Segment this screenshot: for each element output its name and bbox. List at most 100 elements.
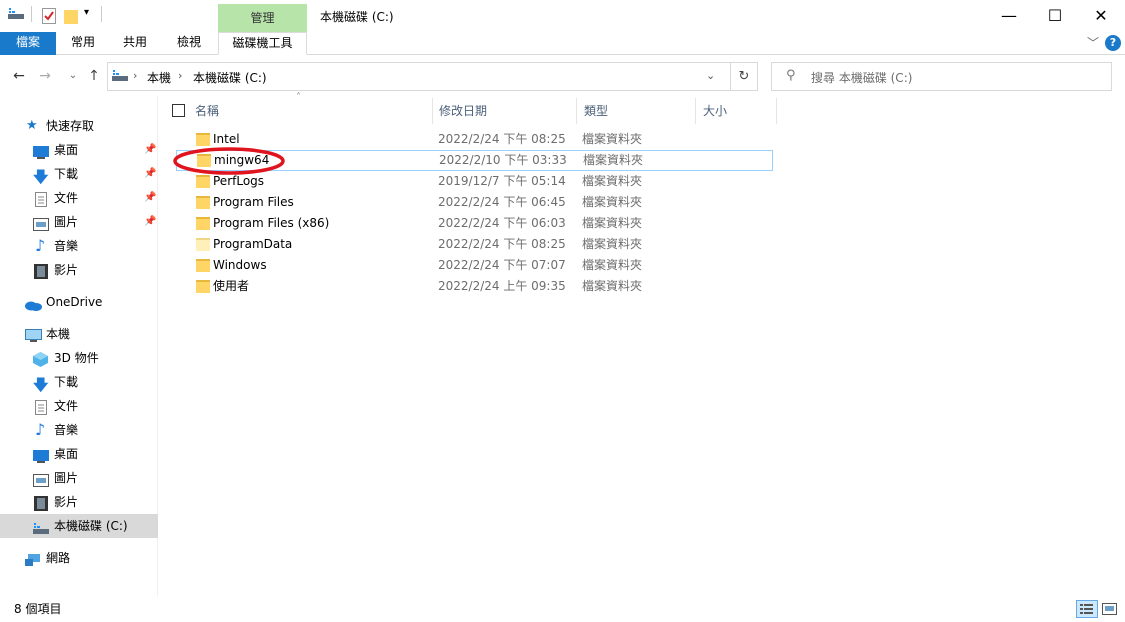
address-bar[interactable]: › 本機 › 本機磁碟 (C:) ⌄ (107, 62, 758, 91)
column-divider[interactable] (776, 98, 777, 124)
file-date: 2022/2/24 下午 08:25 (438, 132, 566, 146)
pin-icon[interactable]: 📌 (144, 186, 156, 210)
minimize-button[interactable]: — (986, 0, 1032, 32)
new-folder-icon[interactable] (64, 8, 78, 27)
column-divider[interactable] (576, 98, 577, 124)
back-arrow-icon[interactable]: ← (8, 62, 30, 90)
properties-icon[interactable] (42, 8, 56, 27)
tab-view[interactable]: 檢視 (166, 32, 212, 55)
sidebar-item-label: 網路 (46, 551, 71, 565)
file-date: 2019/12/7 下午 05:14 (438, 174, 566, 188)
maximize-button[interactable]: ☐ (1032, 0, 1078, 32)
desktop-icon (33, 143, 49, 159)
sidebar-item-videos[interactable]: 影片 (0, 490, 158, 514)
sidebar-item-downloads[interactable]: 🡇 下載 📌 (0, 162, 158, 186)
download-arrow-icon: 🡇 (33, 168, 49, 186)
divider (101, 6, 102, 22)
tab-home[interactable]: 常用 (60, 32, 106, 55)
file-type: 檔案資料夾 (583, 153, 644, 167)
sort-ascending-icon[interactable]: ˄ (296, 92, 301, 103)
divider (31, 6, 32, 22)
column-header-date[interactable]: 修改日期 (439, 100, 487, 122)
large-icons-view-icon[interactable] (1100, 600, 1120, 618)
sidebar-item-videos[interactable]: 影片 (0, 258, 158, 282)
sidebar-item-this-pc[interactable]: 本機 (0, 322, 158, 346)
tab-manage[interactable]: 管理 (218, 4, 307, 32)
navigation-pane: ★ 快速存取 桌面 📌 🡇 下載 📌 文件 📌 圖片 📌 ♪ 音樂 影片 One… (0, 96, 158, 596)
file-row[interactable]: Windows 2022/2/24 下午 07:07 檔案資料夾 (176, 255, 773, 276)
document-icon (35, 399, 49, 415)
column-header-name[interactable]: 名稱 (195, 100, 219, 122)
sidebar-item-quick-access[interactable]: ★ 快速存取 (0, 114, 158, 138)
sidebar-item-pictures[interactable]: 圖片 📌 (0, 210, 158, 234)
close-button[interactable]: ✕ (1078, 0, 1124, 32)
file-row[interactable]: Program Files 2022/2/24 下午 06:45 檔案資料夾 (176, 192, 773, 213)
sidebar-item-pictures[interactable]: 圖片 (0, 466, 158, 490)
refresh-icon[interactable]: ↻ (730, 62, 758, 91)
sidebar-item-documents[interactable]: 文件 📌 (0, 186, 158, 210)
sidebar-item-music[interactable]: ♪ 音樂 (0, 418, 158, 442)
search-input[interactable]: ⚲ 搜尋 本機磁碟 (C:) (771, 62, 1112, 91)
file-row[interactable]: 使用者 2022/2/24 上午 09:35 檔案資料夾 (176, 276, 773, 297)
help-icon[interactable]: ? (1105, 35, 1121, 51)
up-arrow-icon[interactable]: ↑ (83, 62, 105, 90)
sidebar-item-3d-objects[interactable]: 3D 物件 (0, 346, 158, 370)
download-arrow-icon: 🡇 (33, 376, 49, 394)
file-row[interactable]: Program Files (x86) 2022/2/24 下午 06:03 檔… (176, 213, 773, 234)
sidebar-item-label: 文件 (54, 191, 79, 205)
file-name: Program Files (213, 195, 294, 209)
sidebar-item-label: 本機磁碟 (C:) (54, 519, 128, 533)
sidebar-item-downloads[interactable]: 🡇 下載 (0, 370, 158, 394)
sidebar-item-music[interactable]: ♪ 音樂 (0, 234, 158, 258)
pin-icon[interactable]: 📌 (144, 162, 156, 186)
tab-drive-tools[interactable]: 磁碟機工具 (218, 32, 307, 55)
column-divider[interactable] (432, 98, 433, 124)
video-icon (34, 495, 48, 511)
breadcrumb-separator[interactable]: › (178, 69, 182, 82)
file-date: 2022/2/24 下午 06:03 (438, 216, 566, 230)
breadcrumb-separator[interactable]: › (133, 69, 137, 82)
sidebar-item-label: 快速存取 (46, 119, 95, 133)
column-header-type[interactable]: 類型 (584, 100, 608, 122)
sidebar-item-local-disk[interactable]: 本機磁碟 (C:) (0, 514, 158, 538)
file-name: Program Files (x86) (213, 216, 330, 230)
sidebar-item-label: 音樂 (54, 239, 79, 253)
customize-toolbar-icon[interactable]: ▾ (84, 7, 89, 18)
breadcrumb-this-pc[interactable]: 本機 (147, 69, 171, 86)
folder-icon (196, 196, 210, 209)
status-item-count: 8 個項目 (14, 602, 62, 616)
file-row[interactable]: ProgramData 2022/2/24 下午 08:25 檔案資料夾 (176, 234, 773, 255)
file-date: 2022/2/24 下午 06:45 (438, 195, 566, 209)
details-view-icon[interactable] (1076, 600, 1098, 618)
select-all-checkbox[interactable] (172, 104, 185, 117)
folder-icon (196, 217, 210, 230)
column-divider[interactable] (695, 98, 696, 124)
sidebar-item-onedrive[interactable]: OneDrive (0, 290, 158, 314)
file-type: 檔案資料夾 (582, 279, 643, 293)
tab-file[interactable]: 檔案 (0, 32, 56, 55)
sidebar-item-label: 桌面 (54, 447, 79, 461)
tab-share[interactable]: 共用 (112, 32, 158, 55)
file-type: 檔案資料夾 (582, 237, 643, 251)
recent-locations-icon[interactable]: ⌄ (62, 62, 84, 90)
forward-arrow-icon[interactable]: → (34, 62, 56, 90)
sidebar-item-label: 下載 (54, 375, 79, 389)
address-dropdown-icon[interactable]: ⌄ (706, 69, 715, 82)
search-placeholder: 搜尋 本機磁碟 (C:) (811, 71, 913, 85)
pin-icon[interactable]: 📌 (144, 210, 156, 234)
file-type: 檔案資料夾 (582, 132, 643, 146)
sidebar-item-documents[interactable]: 文件 (0, 394, 158, 418)
sidebar-item-label: 下載 (54, 167, 79, 181)
sidebar-item-label: 音樂 (54, 423, 79, 437)
sidebar-item-desktop[interactable]: 桌面 (0, 442, 158, 466)
breadcrumb-drive[interactable]: 本機磁碟 (C:) (193, 69, 267, 86)
expand-ribbon-icon[interactable]: ﹀ (1087, 34, 1099, 51)
file-name: ProgramData (213, 237, 293, 251)
sidebar-item-label: 桌面 (54, 143, 79, 157)
file-date: 2022/2/10 下午 03:33 (439, 153, 567, 167)
sidebar-item-desktop[interactable]: 桌面 📌 (0, 138, 158, 162)
pin-icon[interactable]: 📌 (144, 138, 156, 162)
drive-icon[interactable] (8, 8, 24, 23)
column-header-size[interactable]: 大小 (703, 100, 727, 122)
sidebar-item-network[interactable]: 網路 (0, 546, 158, 570)
